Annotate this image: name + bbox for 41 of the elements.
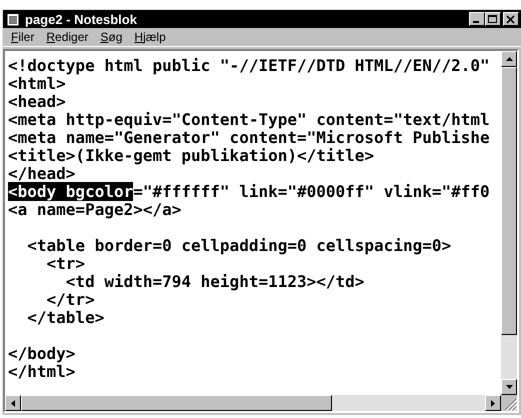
code-line: <tr> bbox=[46, 255, 86, 273]
code-line: <head> bbox=[8, 93, 67, 111]
close-button[interactable] bbox=[503, 12, 519, 26]
vertical-scrollbar[interactable] bbox=[501, 51, 517, 395]
scroll-left-button[interactable] bbox=[5, 395, 21, 411]
code-line: <title>(Ikke-gemt publikation)</title> bbox=[8, 147, 376, 165]
menu-item[interactable]: Rediger bbox=[40, 30, 94, 44]
down-arrow-icon bbox=[506, 385, 512, 389]
menu-item[interactable]: Filer bbox=[5, 30, 40, 44]
minimize-icon bbox=[472, 21, 478, 23]
menu-item[interactable]: Hjælp bbox=[128, 30, 172, 44]
scroll-up-button[interactable] bbox=[501, 51, 517, 67]
text-area[interactable] bbox=[5, 51, 501, 395]
size-grip-icon[interactable] bbox=[503, 397, 517, 411]
code-line: <td width=794 height=1123></td> bbox=[64, 273, 366, 291]
code-line: <body bgcolor="#ffffff" link="#0000ff" vlink="#ff0 bbox=[8, 183, 491, 201]
scroll-down-button[interactable] bbox=[501, 379, 517, 395]
code-line: <table border=0 cellpadding=0 cellspacing=0> bbox=[26, 237, 452, 255]
horizontal-scrollbar[interactable] bbox=[5, 395, 501, 411]
code-line: <a name=Page2></a> bbox=[8, 201, 182, 219]
scroll-thumb[interactable] bbox=[501, 67, 517, 336]
close-icon bbox=[506, 14, 516, 24]
scroll-right-button[interactable] bbox=[485, 395, 501, 411]
code-line: <meta http-equiv="Content-Type" content="text/html bbox=[8, 111, 491, 129]
maximize-button[interactable] bbox=[485, 12, 501, 26]
scroll-thumb[interactable] bbox=[21, 395, 332, 411]
code-line: </table> bbox=[26, 309, 106, 327]
code-line: </tr> bbox=[46, 291, 96, 309]
code-line: <!doctype html public "-//IETF//DTD HTML//EN//2.0" bbox=[8, 57, 491, 75]
code-line: </head> bbox=[8, 165, 76, 183]
right-arrow-icon bbox=[491, 400, 495, 406]
code-line: </html> bbox=[8, 363, 76, 381]
maximize-icon bbox=[488, 14, 498, 24]
code-line: </body> bbox=[8, 345, 76, 363]
left-arrow-icon bbox=[11, 400, 15, 406]
minimize-button[interactable] bbox=[469, 12, 485, 26]
up-arrow-icon bbox=[506, 57, 512, 61]
code-line: <html> bbox=[8, 75, 66, 93]
menu-item[interactable]: Søg bbox=[94, 30, 128, 44]
window-title: page2 - Notesblok bbox=[25, 12, 138, 26]
code-line: <meta name="Generator" content="Microsoft Publishe bbox=[8, 129, 491, 147]
